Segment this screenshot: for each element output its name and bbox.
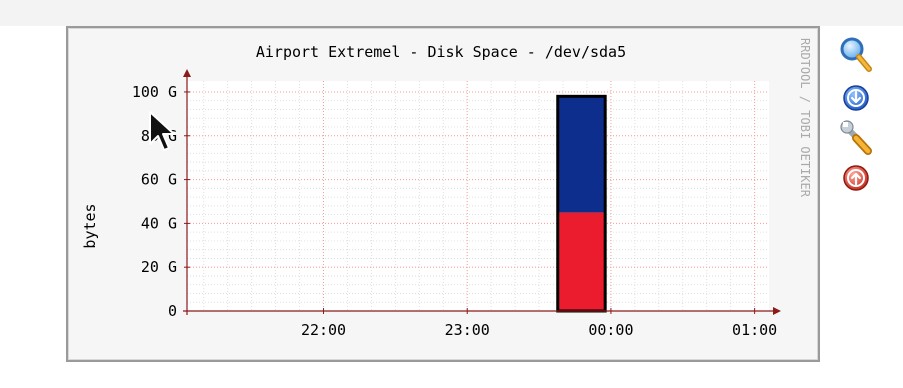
mouse-pointer-icon: [149, 111, 175, 151]
y-tick-label: 100 G: [132, 83, 177, 101]
y-tick-label: 0: [168, 302, 177, 320]
settings-icon: [840, 120, 872, 155]
x-tick-label: 01:00: [732, 321, 777, 339]
x-tick-label: 23:00: [445, 321, 490, 339]
download-button[interactable]: [836, 78, 876, 118]
upload-icon: [843, 165, 869, 191]
graph-actions: [836, 34, 886, 234]
settings-button[interactable]: [836, 118, 876, 158]
x-axis-arrow: [773, 307, 781, 315]
bars: [556, 94, 607, 313]
upload-button[interactable]: [836, 158, 876, 198]
y-tick-label: 20 G: [141, 258, 177, 276]
x-tick-label: 22:00: [301, 321, 346, 339]
zoom-icon: [840, 37, 872, 72]
bar-used: [557, 212, 606, 311]
top-bar: [0, 0, 903, 26]
plot-area: [187, 81, 769, 311]
x-tick-labels: 22:00 23:00 00:00 01:00: [301, 321, 777, 339]
x-tick-label: 00:00: [588, 321, 633, 339]
y-tick-label: 60 G: [141, 171, 177, 189]
zoom-button[interactable]: [836, 34, 876, 74]
bar-free: [557, 96, 606, 213]
chart-title: Airport Extremel - Disk Space - /dev/sda…: [256, 43, 626, 61]
chart-watermark: RRDTOOL / TOBI OETIKER: [798, 38, 812, 198]
y-axis-label: bytes: [81, 203, 99, 248]
y-axis-arrow: [183, 69, 191, 77]
disk-space-chart: Airport Extremel - Disk Space - /dev/sda…: [81, 38, 812, 339]
download-icon: [843, 85, 869, 111]
y-tick-label: 40 G: [141, 214, 177, 232]
